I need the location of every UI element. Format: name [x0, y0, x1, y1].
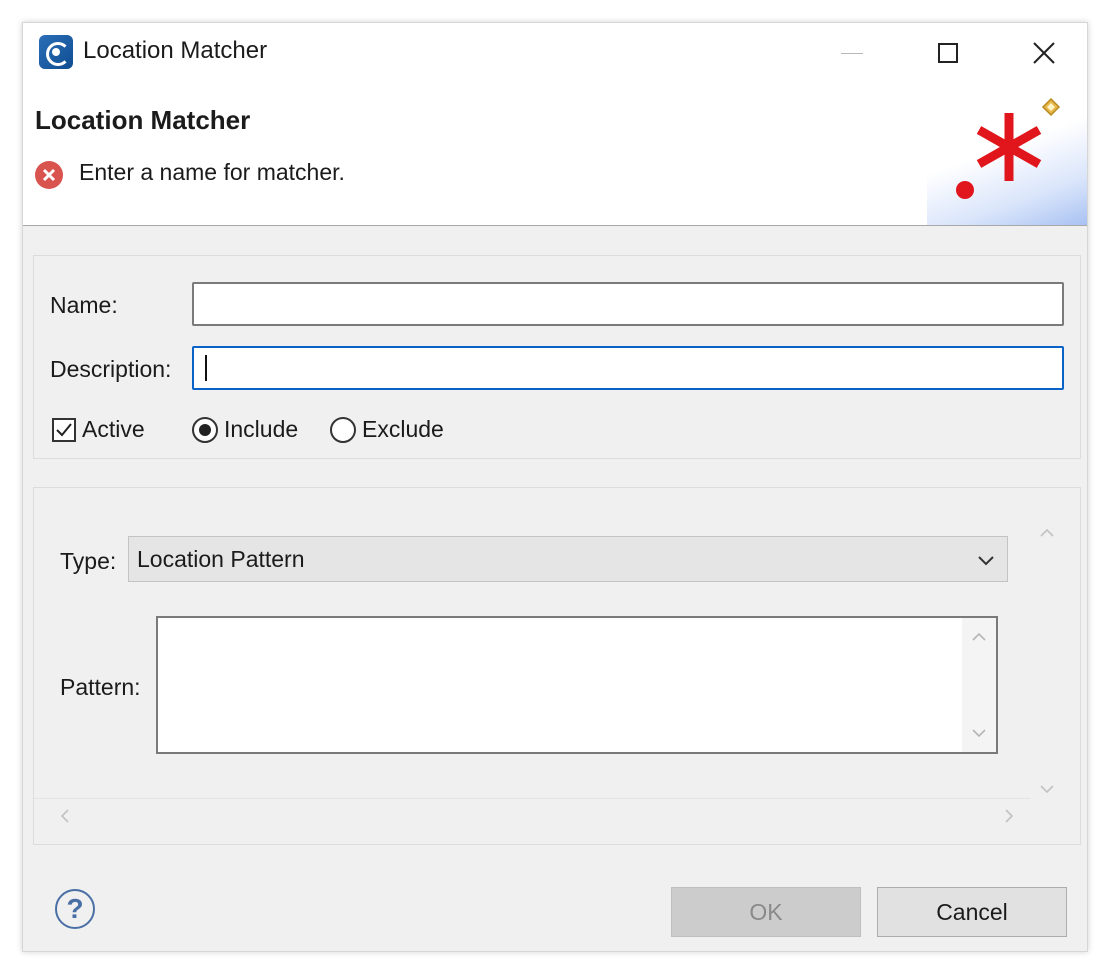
pattern-label: Pattern:	[60, 674, 141, 700]
help-icon[interactable]: ?	[55, 889, 95, 929]
banner-title: Location Matcher	[35, 105, 251, 135]
group-horizontal-scrollbar[interactable]	[34, 798, 1030, 836]
active-label[interactable]: Active	[82, 416, 145, 443]
description-field[interactable]	[192, 346, 1064, 390]
exclude-radio[interactable]	[330, 417, 356, 443]
name-input[interactable]	[194, 284, 1062, 324]
minimize-icon	[841, 52, 863, 54]
minimize-button[interactable]	[829, 31, 875, 75]
name-label: Name:	[50, 292, 118, 318]
pattern-textarea[interactable]	[156, 616, 998, 754]
maximize-button[interactable]	[925, 31, 971, 75]
dialog-banner: Location Matcher Enter a name for matche…	[23, 85, 1087, 226]
exclude-label[interactable]: Exclude	[362, 416, 444, 443]
scroll-right-icon[interactable]	[1000, 807, 1018, 825]
type-dropdown[interactable]: Location Pattern	[128, 536, 1008, 582]
type-label: Type:	[60, 548, 117, 574]
cancel-button[interactable]: Cancel	[877, 887, 1067, 937]
scroll-up-icon[interactable]	[970, 628, 988, 646]
scroll-up-icon[interactable]	[1038, 524, 1056, 542]
description-label: Description:	[50, 356, 172, 382]
text-caret	[205, 355, 207, 381]
matcher-group: Type: Location Pattern Pattern:	[33, 487, 1081, 845]
general-group: Name: Description: Active Include Exclud…	[33, 255, 1081, 459]
maximize-icon	[938, 43, 958, 63]
description-input[interactable]	[194, 348, 1062, 388]
wizard-asterisk-icon	[927, 85, 1087, 225]
name-field[interactable]	[192, 282, 1064, 326]
scroll-left-icon[interactable]	[56, 807, 74, 825]
close-button[interactable]	[1021, 31, 1067, 75]
location-matcher-dialog: Location Matcher Location Matcher Enter …	[22, 22, 1088, 952]
group-vertical-scrollbar[interactable]	[1030, 508, 1066, 798]
type-dropdown-value: Location Pattern	[137, 546, 305, 572]
checkmark-icon	[56, 423, 72, 437]
chevron-down-icon	[978, 556, 994, 566]
title-bar: Location Matcher	[23, 23, 1087, 85]
error-icon	[35, 161, 63, 189]
scroll-down-icon[interactable]	[1038, 780, 1056, 798]
include-radio[interactable]	[192, 417, 218, 443]
close-icon	[1033, 42, 1055, 64]
app-logo-icon	[39, 35, 73, 69]
window-title: Location Matcher	[83, 37, 268, 64]
ok-button[interactable]: OK	[671, 887, 861, 937]
banner-message: Enter a name for matcher.	[79, 159, 345, 185]
include-label[interactable]: Include	[224, 416, 298, 443]
pattern-scrollbar[interactable]	[962, 618, 996, 752]
scroll-down-icon[interactable]	[970, 724, 988, 742]
active-checkbox[interactable]	[52, 418, 76, 442]
